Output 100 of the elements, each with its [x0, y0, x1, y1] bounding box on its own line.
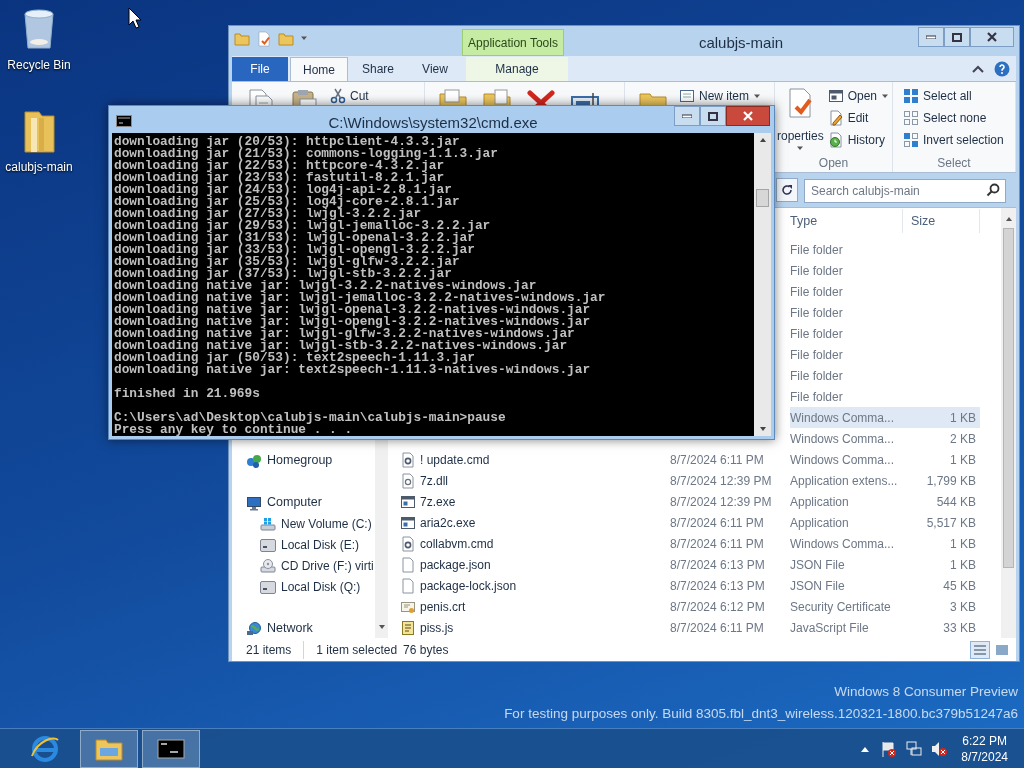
- ribbon-tab[interactable]: Home: [290, 57, 348, 81]
- ribbon-tab[interactable]: View: [408, 57, 462, 81]
- file-row[interactable]: 7z.exe 8/7/2024 12:39 PM Application 544 KB: [400, 491, 1001, 512]
- file-row[interactable]: File folder: [790, 386, 980, 407]
- file-row[interactable]: piss.js 8/7/2024 6:11 PM JavaScript File 33 KB: [400, 617, 1001, 638]
- table-cell: 5,517 KB: [926, 515, 976, 530]
- scrollbar[interactable]: [1001, 208, 1016, 638]
- ribbon-small-button[interactable]: Invert selection: [903, 129, 1008, 151]
- file-row[interactable]: File folder: [790, 239, 980, 260]
- file-row[interactable]: ! update.cmd 8/7/2024 6:11 PM Windows Comma... 1 KB: [400, 449, 1001, 470]
- file-row[interactable]: penis.crt 8/7/2024 6:12 PM Security Certificate 3 KB: [400, 596, 1001, 617]
- file-name: package.json: [420, 556, 491, 574]
- navigation-item[interactable]: Network: [232, 618, 375, 639]
- table-cell: 1 KB: [950, 410, 976, 425]
- folder-icon: [234, 31, 250, 47]
- file-name: ! update.cmd: [420, 451, 490, 469]
- navigation-item[interactable]: New Volume (C:): [232, 513, 375, 534]
- file-row[interactable]: Windows Comma... 2 KB: [790, 428, 980, 449]
- ribbon-small-button[interactable]: Edit: [827, 107, 894, 129]
- scrollbar[interactable]: [754, 133, 771, 436]
- console-line: downloading jar (24/53): log4j-api-2.8.1.jar: [114, 184, 452, 196]
- blank-document-icon: [400, 577, 416, 594]
- table-cell: 33 KB: [943, 620, 976, 635]
- search-field[interactable]: Search calubjs-main: [804, 179, 1006, 203]
- file-row[interactable]: aria2c.exe 8/7/2024 6:11 PM Application 5,517 KB: [400, 512, 1001, 533]
- maximize-button[interactable]: [944, 27, 970, 47]
- refresh-button[interactable]: [776, 178, 798, 202]
- delete-icon: [525, 87, 557, 105]
- clock-date[interactable]: 8/7/2024: [961, 748, 1008, 765]
- list-icon: [974, 644, 986, 655]
- table-cell: File folder: [790, 389, 843, 404]
- file-row[interactable]: package-lock.json 8/7/2024 6:13 PM JSON File 45 KB: [400, 575, 1001, 596]
- column-header[interactable]: Type: [790, 211, 818, 231]
- navigation-item[interactable]: Local Disk (E:): [232, 534, 375, 555]
- file-row[interactable]: File folder: [790, 323, 980, 344]
- ribbon-large-button[interactable]: roperties: [777, 87, 824, 152]
- ribbon-tab[interactable]: Share: [350, 57, 406, 81]
- scrollbar-thumb[interactable]: [756, 189, 769, 207]
- console-line: finished in 21.969s: [114, 388, 261, 400]
- minimize-icon: [926, 35, 936, 39]
- table-cell: File folder: [790, 263, 843, 278]
- clock-time[interactable]: 6:22 PM: [962, 732, 1007, 749]
- table-cell: 2 KB: [950, 431, 976, 446]
- navigation-item[interactable]: Homegroup: [232, 450, 375, 471]
- table-cell: 8/7/2024 6:11 PM: [670, 515, 764, 530]
- table-cell: 1 KB: [950, 452, 976, 467]
- navigation-item[interactable]: Computer: [232, 492, 375, 513]
- console-line: downloading jar (23/53): fastutil-8.2.1.jar: [114, 172, 445, 184]
- ribbon-small-button[interactable]: Select none: [903, 107, 1008, 129]
- table-cell: Application: [790, 494, 849, 509]
- console-line: downloading jar (31/53): lwjgl-openal-3.2.2.jar: [114, 232, 475, 244]
- ribbon-small-button[interactable]: Cut: [330, 85, 373, 107]
- ribbon-small-button[interactable]: History: [827, 129, 894, 151]
- details-view-button[interactable]: [970, 640, 990, 659]
- desktop-icon-label[interactable]: Recycle Bin: [7, 58, 71, 72]
- desktop-icon-label[interactable]: calubjs-main: [5, 160, 73, 174]
- scroll-up-icon: [1004, 216, 1013, 222]
- pencil-icon: [827, 110, 844, 126]
- file-row[interactable]: File folder: [790, 344, 980, 365]
- show-hidden-icons-icon: [861, 745, 870, 752]
- file-row[interactable]: 7z.dll 8/7/2024 12:39 PM Application extens... 1,799 KB: [400, 470, 1001, 491]
- navigation-item[interactable]: CD Drive (F:) virti: [232, 555, 375, 576]
- collapse-ribbon-icon: [972, 63, 984, 74]
- blank-document-icon: [400, 556, 416, 573]
- search-icon: [986, 183, 1000, 197]
- scrollbar-thumb[interactable]: [1003, 228, 1014, 568]
- table-cell: 8/7/2024 12:39 PM: [670, 473, 772, 488]
- ribbon-small-button[interactable]: Open: [827, 85, 894, 107]
- ribbon-small-button[interactable]: Select all: [903, 85, 1008, 107]
- file-row[interactable]: File folder: [790, 260, 980, 281]
- file-row[interactable]: Windows Comma... 1 KB: [790, 407, 980, 428]
- taskbar-button[interactable]: [80, 729, 138, 768]
- ribbon-tab[interactable]: Manage: [466, 57, 568, 81]
- file-row[interactable]: File folder: [790, 281, 980, 302]
- ribbon-tab[interactable]: File: [232, 57, 288, 81]
- file-name: collabvm.cmd: [420, 535, 494, 553]
- taskbar-button[interactable]: [142, 729, 200, 768]
- table-cell: Application: [790, 515, 849, 530]
- table-cell: File folder: [790, 326, 843, 341]
- ribbon-small-button[interactable]: New item: [679, 85, 765, 107]
- file-row[interactable]: File folder: [790, 365, 980, 386]
- navigation-item[interactable]: Local Disk (Q:): [232, 576, 375, 597]
- table-cell: Application extens...: [790, 473, 898, 488]
- minimize-icon: [682, 114, 692, 118]
- gear-document-icon: [400, 472, 416, 489]
- close-button[interactable]: [970, 27, 1014, 47]
- mouse-pointer-icon: [128, 7, 142, 29]
- console-line: downloading jar (22/53): httpcore-4.3.2.jar: [114, 160, 445, 172]
- close-button[interactable]: [726, 106, 770, 126]
- table-cell: 1 KB: [950, 536, 976, 551]
- file-row[interactable]: File folder: [790, 302, 980, 323]
- scissors-icon: [330, 88, 346, 104]
- file-row[interactable]: collabvm.cmd 8/7/2024 6:11 PM Windows Comma... 1 KB: [400, 533, 1001, 554]
- select-none-icon: [903, 110, 919, 126]
- file-row[interactable]: package.json 8/7/2024 6:13 PM JSON File 1 KB: [400, 554, 1001, 575]
- watermark-text: Windows 8 Consumer Preview: [834, 684, 1018, 700]
- ribbon-button-label: roperties: [777, 129, 824, 143]
- column-header[interactable]: Size: [911, 211, 936, 231]
- console-line: downloading jar (20/53): httpclient-4.3.3.jar: [114, 136, 460, 148]
- maximize-button[interactable]: [700, 106, 726, 126]
